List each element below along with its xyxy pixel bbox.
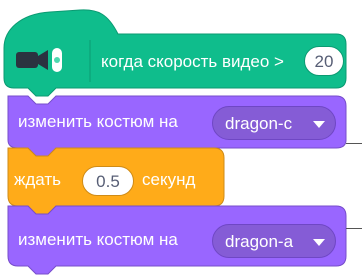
- switch-costume-label-1: изменить костюм на: [18, 112, 178, 131]
- speed-threshold-input[interactable]: 20: [304, 46, 344, 76]
- wait-label: ждать: [14, 170, 62, 189]
- costume-dropdown-1-value: dragon-c: [225, 114, 293, 133]
- wait-seconds-input[interactable]: 0.5: [82, 166, 134, 196]
- connector-line-1: [346, 143, 362, 144]
- costume-dropdown-1[interactable]: dragon-c: [212, 106, 336, 140]
- chevron-down-icon: [313, 121, 325, 128]
- connector-line-2: [346, 228, 362, 229]
- costume-dropdown-2-value: dragon-a: [225, 232, 294, 251]
- script-canvas: когда скорость видео > 20 изменить костю…: [0, 0, 362, 276]
- hat-block-label: когда скорость видео >: [101, 52, 284, 71]
- chevron-down-icon: [313, 239, 325, 246]
- seconds-label: секунд: [142, 170, 196, 189]
- costume-dropdown-2[interactable]: dragon-a: [212, 224, 336, 258]
- switch-costume-label-2: изменить костюм на: [18, 230, 178, 249]
